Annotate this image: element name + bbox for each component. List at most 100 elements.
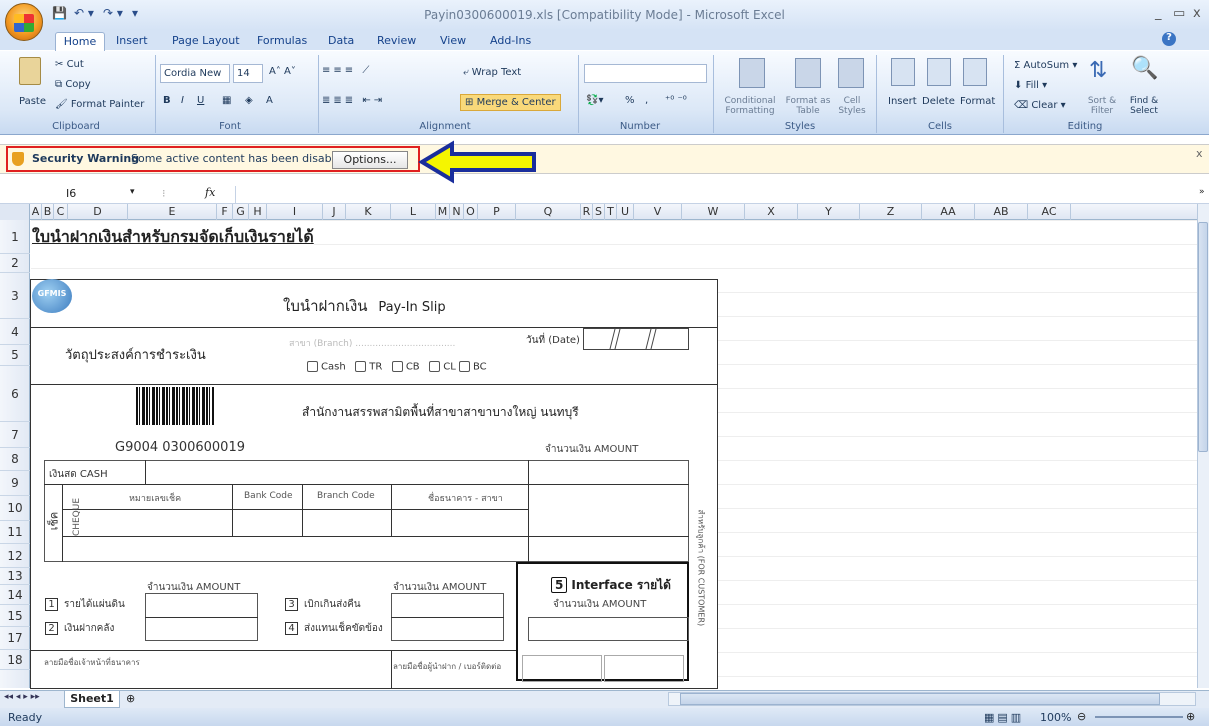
- row-header-5[interactable]: 5: [0, 345, 30, 366]
- column-header-k[interactable]: K: [346, 204, 391, 220]
- checkbox-cash[interactable]: [307, 361, 318, 372]
- accounting-icon[interactable]: 💱▾: [586, 95, 603, 106]
- column-header-z[interactable]: Z: [860, 204, 922, 220]
- scroll-thumb[interactable]: [1198, 222, 1208, 452]
- column-header-u[interactable]: U: [617, 204, 634, 220]
- sort-filter-icon[interactable]: ⇅: [1089, 58, 1107, 83]
- column-header-j[interactable]: J: [323, 204, 346, 220]
- column-header-b[interactable]: B: [42, 204, 54, 220]
- insert-cells-icon[interactable]: [891, 58, 915, 86]
- merge-center-button[interactable]: ⊞ Merge & Center: [460, 94, 561, 111]
- number-format-select[interactable]: [584, 64, 707, 83]
- insert-button[interactable]: Insert: [888, 96, 917, 107]
- signature-box[interactable]: [604, 655, 684, 682]
- format-as-table-icon[interactable]: [795, 58, 821, 88]
- signature-box[interactable]: [522, 655, 602, 682]
- column-header-aa[interactable]: AA: [922, 204, 975, 220]
- row-header-9[interactable]: 9: [0, 471, 30, 496]
- interface-amount-input[interactable]: [528, 617, 689, 641]
- column-header-f[interactable]: F: [217, 204, 233, 220]
- checkbox-bc[interactable]: [458, 361, 470, 372]
- column-header-s[interactable]: S: [593, 204, 605, 220]
- borders-icon[interactable]: ▦: [222, 95, 231, 106]
- conditional-formatting-button[interactable]: Conditional Formatting: [720, 96, 780, 116]
- find-select-icon[interactable]: 🔍: [1131, 56, 1158, 81]
- font-size-select[interactable]: 14: [233, 64, 263, 83]
- horizontal-scroll-thumb[interactable]: [680, 693, 1160, 705]
- format-painter-button[interactable]: 🖌 Format Painter: [55, 99, 144, 110]
- checkbox-cb[interactable]: [391, 361, 403, 372]
- row-header-2[interactable]: 2: [0, 254, 30, 273]
- tab-add-ins[interactable]: Add-Ins: [490, 34, 531, 47]
- formula-input[interactable]: [235, 186, 1193, 203]
- row-header-10[interactable]: 10: [0, 496, 30, 521]
- paste-icon[interactable]: [19, 57, 41, 85]
- column-header-g[interactable]: G: [233, 204, 249, 220]
- row-header-4[interactable]: 4: [0, 319, 30, 345]
- close-message-bar-icon[interactable]: x: [1196, 147, 1203, 160]
- row-header-17[interactable]: 17: [0, 627, 30, 650]
- zoom-out-icon[interactable]: ⊖: [1077, 710, 1086, 723]
- bold-icon[interactable]: B: [163, 95, 171, 106]
- row-header-15[interactable]: 15: [0, 605, 30, 627]
- fill-color-icon[interactable]: ◈: [245, 95, 253, 106]
- expand-formula-icon[interactable]: »: [1199, 187, 1205, 197]
- options-button[interactable]: Options...: [332, 151, 408, 169]
- clear-button[interactable]: ⌫ Clear ▾: [1014, 100, 1066, 111]
- column-header-e[interactable]: E: [128, 204, 217, 220]
- row-header-1[interactable]: 1: [0, 220, 30, 254]
- sheet-nav-icons[interactable]: ◂◂ ◂ ▸ ▸▸: [4, 692, 40, 702]
- column-header-x[interactable]: X: [745, 204, 798, 220]
- row-header-18[interactable]: 18: [0, 650, 30, 670]
- delete-button[interactable]: Delete: [922, 96, 955, 107]
- decimal-icons[interactable]: ⁺⁰ ⁻⁰: [665, 95, 687, 106]
- column-header-a[interactable]: A: [30, 204, 42, 220]
- copy-button[interactable]: ⧉ Copy: [55, 79, 91, 90]
- item-row[interactable]: 2 เงินฝากคลัง: [45, 621, 114, 636]
- italic-icon[interactable]: I: [181, 95, 184, 106]
- name-box[interactable]: I6 ▾: [10, 187, 155, 203]
- select-all-corner[interactable]: [0, 204, 30, 220]
- zoom-in-icon[interactable]: ⊕: [1186, 710, 1195, 723]
- row-header-14[interactable]: 14: [0, 585, 30, 605]
- column-header-l[interactable]: L: [391, 204, 436, 220]
- tab-insert[interactable]: Insert: [116, 34, 148, 47]
- comma-button[interactable]: ,: [645, 95, 648, 106]
- percent-button[interactable]: %: [625, 95, 635, 106]
- column-header-v[interactable]: V: [634, 204, 682, 220]
- checkbox-cl[interactable]: [429, 361, 441, 372]
- tab-home[interactable]: Home: [55, 32, 105, 51]
- insert-sheet-icon[interactable]: ⊕: [126, 692, 135, 705]
- tab-formulas[interactable]: Formulas: [257, 34, 307, 47]
- column-header-n[interactable]: N: [450, 204, 464, 220]
- row-header-6[interactable]: 6: [0, 366, 30, 422]
- wrap-text-button[interactable]: ⤶ Wrap Text: [463, 67, 521, 78]
- column-header-ac[interactable]: AC: [1028, 204, 1071, 220]
- checkbox-tr[interactable]: [355, 361, 367, 372]
- zoom-level[interactable]: 100%: [1040, 711, 1071, 724]
- insert-function-icon[interactable]: fx: [205, 186, 215, 199]
- view-buttons-icon[interactable]: ▦▤▥: [984, 711, 1024, 724]
- row-header-7[interactable]: 7: [0, 422, 30, 448]
- column-header-c[interactable]: C: [54, 204, 68, 220]
- column-header-y[interactable]: Y: [798, 204, 860, 220]
- horizontal-align-icons[interactable]: ≣≣≣ ⇤⇥: [322, 95, 385, 106]
- restore-button[interactable]: ▭: [1173, 6, 1185, 21]
- help-icon[interactable]: ?: [1162, 32, 1176, 46]
- row-header-13[interactable]: 13: [0, 568, 30, 585]
- row-header-3[interactable]: 3: [0, 273, 30, 319]
- office-button[interactable]: [5, 3, 43, 41]
- fill-button[interactable]: ⬇ Fill ▾: [1014, 80, 1047, 91]
- autosum-button[interactable]: Σ AutoSum ▾: [1014, 60, 1077, 71]
- tab-view[interactable]: View: [440, 34, 466, 47]
- cell-styles-button[interactable]: Cell Styles: [834, 96, 870, 116]
- column-header-w[interactable]: W: [682, 204, 745, 220]
- grow-font-icon[interactable]: A˄ A˅: [269, 66, 296, 77]
- date-fields[interactable]: [583, 328, 689, 350]
- column-header-p[interactable]: P: [478, 204, 516, 220]
- item-row[interactable]: 1 รายได้แผ่นดิน: [45, 597, 125, 612]
- column-header-o[interactable]: O: [464, 204, 478, 220]
- column-header-h[interactable]: H: [249, 204, 267, 220]
- font-color-icon[interactable]: A: [266, 95, 273, 106]
- item-row[interactable]: 4 ส่งแทนเช็คขัดข้อง: [285, 621, 383, 636]
